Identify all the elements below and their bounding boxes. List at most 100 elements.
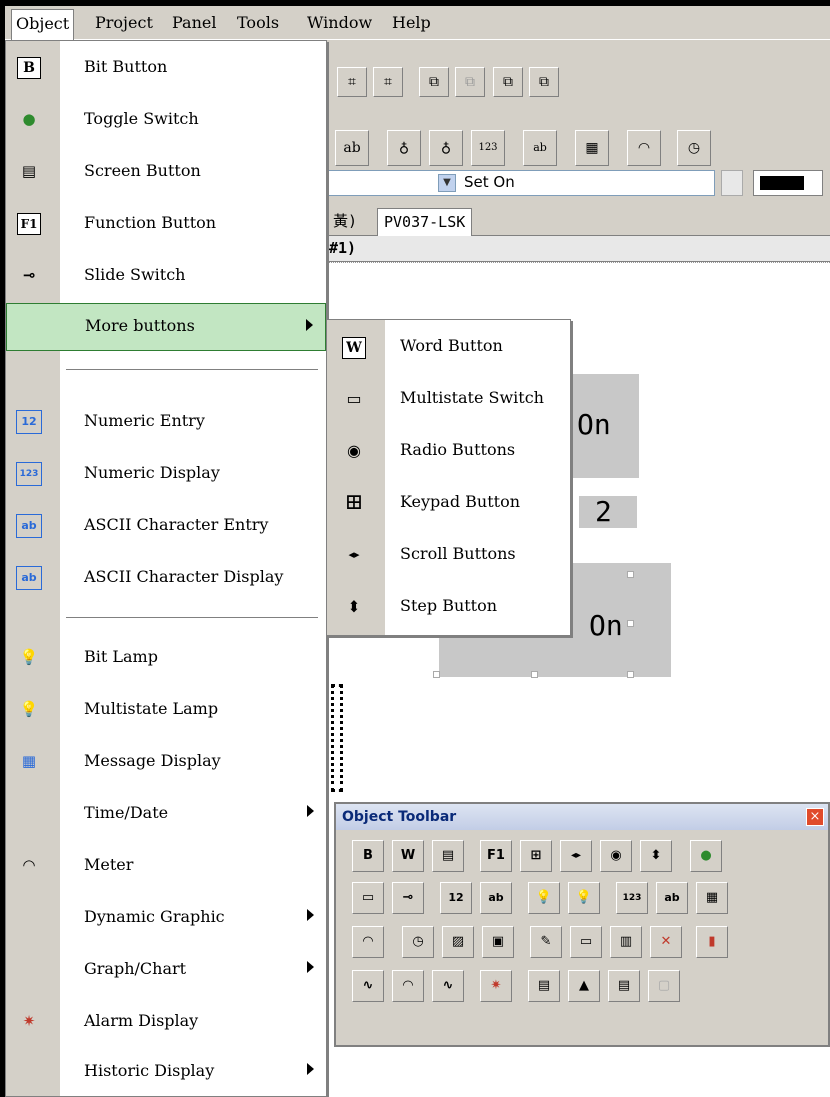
disabled-tool[interactable]: ▢: [648, 970, 680, 1002]
function-button-tool[interactable]: F1: [480, 840, 512, 872]
ungroup-icon[interactable]: ⧉: [529, 67, 559, 97]
color-picker[interactable]: [753, 170, 823, 196]
menu-tools[interactable]: Tools: [233, 11, 283, 35]
alarm-tool[interactable]: ✕: [650, 926, 682, 958]
menu-item-multistate-lamp[interactable]: 💡 Multistate Lamp: [6, 685, 326, 737]
menu-item-function-button[interactable]: F1 Function Button: [6, 199, 326, 251]
menu-item-ascii-character-display[interactable]: ab ASCII Character Display: [6, 553, 326, 605]
menu-item-screen-button[interactable]: ▤ Screen Button: [6, 147, 326, 199]
align-middle-icon[interactable]: ⌗: [373, 67, 403, 97]
submenu-item-word-button[interactable]: W Word Button: [327, 322, 570, 374]
scroll-buttons-tool[interactable]: ◂▸: [560, 840, 592, 872]
submenu-item-step-button[interactable]: ⬍ Step Button: [327, 582, 570, 634]
spin-control[interactable]: [721, 170, 743, 196]
drawing-tool[interactable]: ✎: [530, 926, 562, 958]
historic-trend-tool[interactable]: ▤: [608, 970, 640, 1002]
level-tool[interactable]: ▮: [696, 926, 728, 958]
picture-tool[interactable]: ▣: [482, 926, 514, 958]
multistate-lamp-tool-icon[interactable]: ♁: [429, 130, 463, 166]
bring-front-icon[interactable]: ⧉: [419, 67, 449, 97]
screen-button-tool[interactable]: ▤: [432, 840, 464, 872]
menu-item-graph-chart[interactable]: Graph/Chart: [6, 945, 326, 997]
multistate-switch-tool[interactable]: ▭: [352, 882, 384, 914]
radio-buttons-tool[interactable]: ◉: [600, 840, 632, 872]
numeric-entry-tool[interactable]: 12: [440, 882, 472, 914]
menu-item-time-date[interactable]: Time/Date: [6, 789, 326, 841]
time-date-tool[interactable]: ◷: [402, 926, 434, 958]
trend-graph-tool[interactable]: ∿: [352, 970, 384, 1002]
menu-item-ascii-character-entry[interactable]: ab ASCII Character Entry: [6, 501, 326, 553]
menu-item-label: Message Display: [84, 751, 221, 770]
menu-item-numeric-display[interactable]: 123 Numeric Display: [6, 449, 326, 501]
close-icon[interactable]: ×: [806, 808, 824, 826]
combo-value: Set On: [464, 173, 515, 191]
menu-window[interactable]: Window: [303, 11, 376, 35]
message-display-tool[interactable]: ▦: [696, 882, 728, 914]
selected-element-marker[interactable]: [331, 684, 343, 792]
object-toolbar-title[interactable]: Object Toolbar: [336, 804, 828, 830]
keypad-button-tool[interactable]: ⊞: [520, 840, 552, 872]
menu-item-bit-lamp[interactable]: 💡 Bit Lamp: [6, 633, 326, 685]
menu-item-slide-switch[interactable]: ⊸ Slide Switch: [6, 251, 326, 303]
toggle-switch-tool[interactable]: ●: [690, 840, 722, 872]
slide-switch-tool[interactable]: ⊸: [392, 882, 424, 914]
numeric-display-tool-icon[interactable]: 123: [471, 130, 505, 166]
meter-tool-icon[interactable]: ◠: [627, 130, 661, 166]
canvas-object-button[interactable]: On: [571, 374, 639, 478]
state-combo[interactable]: ▼ Set On: [327, 170, 715, 196]
canvas-object-value[interactable]: 2: [579, 496, 637, 528]
alarm-display-tool[interactable]: ✷: [480, 970, 512, 1002]
resize-handle[interactable]: [531, 671, 538, 678]
submenu-item-label: Word Button: [400, 336, 503, 355]
word-button-tool[interactable]: W: [392, 840, 424, 872]
historic-event-tool[interactable]: ▲: [568, 970, 600, 1002]
resize-handle[interactable]: [627, 620, 634, 627]
bit-lamp-tool[interactable]: 💡: [528, 882, 560, 914]
step-button-tool[interactable]: ⬍: [640, 840, 672, 872]
menu-help[interactable]: Help: [388, 11, 435, 35]
bit-button-tool[interactable]: B: [352, 840, 384, 872]
xy-chart-tool[interactable]: ∿: [432, 970, 464, 1002]
menu-item-toggle-switch[interactable]: ● Toggle Switch: [6, 95, 326, 147]
resize-handle[interactable]: [627, 671, 634, 678]
ascii-display-tool-icon[interactable]: ab: [523, 130, 557, 166]
multistate-lamp-tool[interactable]: 💡: [568, 882, 600, 914]
numeric-display-tool[interactable]: 123: [616, 882, 648, 914]
submenu-item-radio-buttons[interactable]: ◉ Radio Buttons: [327, 426, 570, 478]
meter-tool[interactable]: ◠: [352, 926, 384, 958]
submenu-item-keypad-button[interactable]: ⊞ Keypad Button: [327, 478, 570, 530]
bit-lamp-tool-icon[interactable]: ♁: [387, 130, 421, 166]
timer-tool-icon[interactable]: ◷: [677, 130, 711, 166]
tab-pv037-lsk[interactable]: PV037-LSK: [377, 208, 473, 236]
ascii-entry-tool[interactable]: ab: [480, 882, 512, 914]
menu-object[interactable]: Object: [11, 9, 75, 40]
menu-item-more-buttons[interactable]: More buttons: [6, 303, 326, 351]
ascii-display-tool[interactable]: ab: [656, 882, 688, 914]
submenu-item-multistate-switch[interactable]: ▭ Multistate Switch: [327, 374, 570, 426]
menu-item-numeric-entry[interactable]: 12 Numeric Entry: [6, 397, 326, 449]
meter-graph-tool[interactable]: ◠: [392, 970, 424, 1002]
menu-project[interactable]: Project: [91, 11, 157, 35]
film-tool[interactable]: ▥: [610, 926, 642, 958]
tab-screen-1[interactable]: 黃): [327, 208, 363, 236]
submenu-item-scroll-buttons[interactable]: ◂▸ Scroll Buttons: [327, 530, 570, 582]
group-icon[interactable]: ⧉: [493, 67, 523, 97]
message-display-tool-icon[interactable]: ▦: [575, 130, 609, 166]
subtab[interactable]: #1): [327, 236, 830, 262]
menu-item-alarm-display[interactable]: ✷ Alarm Display: [6, 997, 326, 1049]
menu-item-dynamic-graphic[interactable]: Dynamic Graphic: [6, 893, 326, 945]
align-center-icon[interactable]: ⌗: [337, 67, 367, 97]
menu-item-historic-display[interactable]: Historic Display: [6, 1047, 326, 1097]
window-tool[interactable]: ▭: [570, 926, 602, 958]
resize-handle[interactable]: [433, 671, 440, 678]
menu-item-message-display[interactable]: ▦ Message Display: [6, 737, 326, 789]
menu-panel[interactable]: Panel: [168, 11, 220, 35]
ascii-entry-tool-icon[interactable]: ab: [335, 130, 369, 166]
chevron-down-icon[interactable]: ▼: [438, 174, 456, 192]
resize-handle[interactable]: [627, 571, 634, 578]
send-back-icon[interactable]: ⧉: [455, 67, 485, 97]
historic-data-tool[interactable]: ▤: [528, 970, 560, 1002]
graphic-tool[interactable]: ▨: [442, 926, 474, 958]
menu-item-bit-button[interactable]: B Bit Button: [6, 43, 326, 95]
menu-item-meter[interactable]: ◠ Meter: [6, 841, 326, 893]
